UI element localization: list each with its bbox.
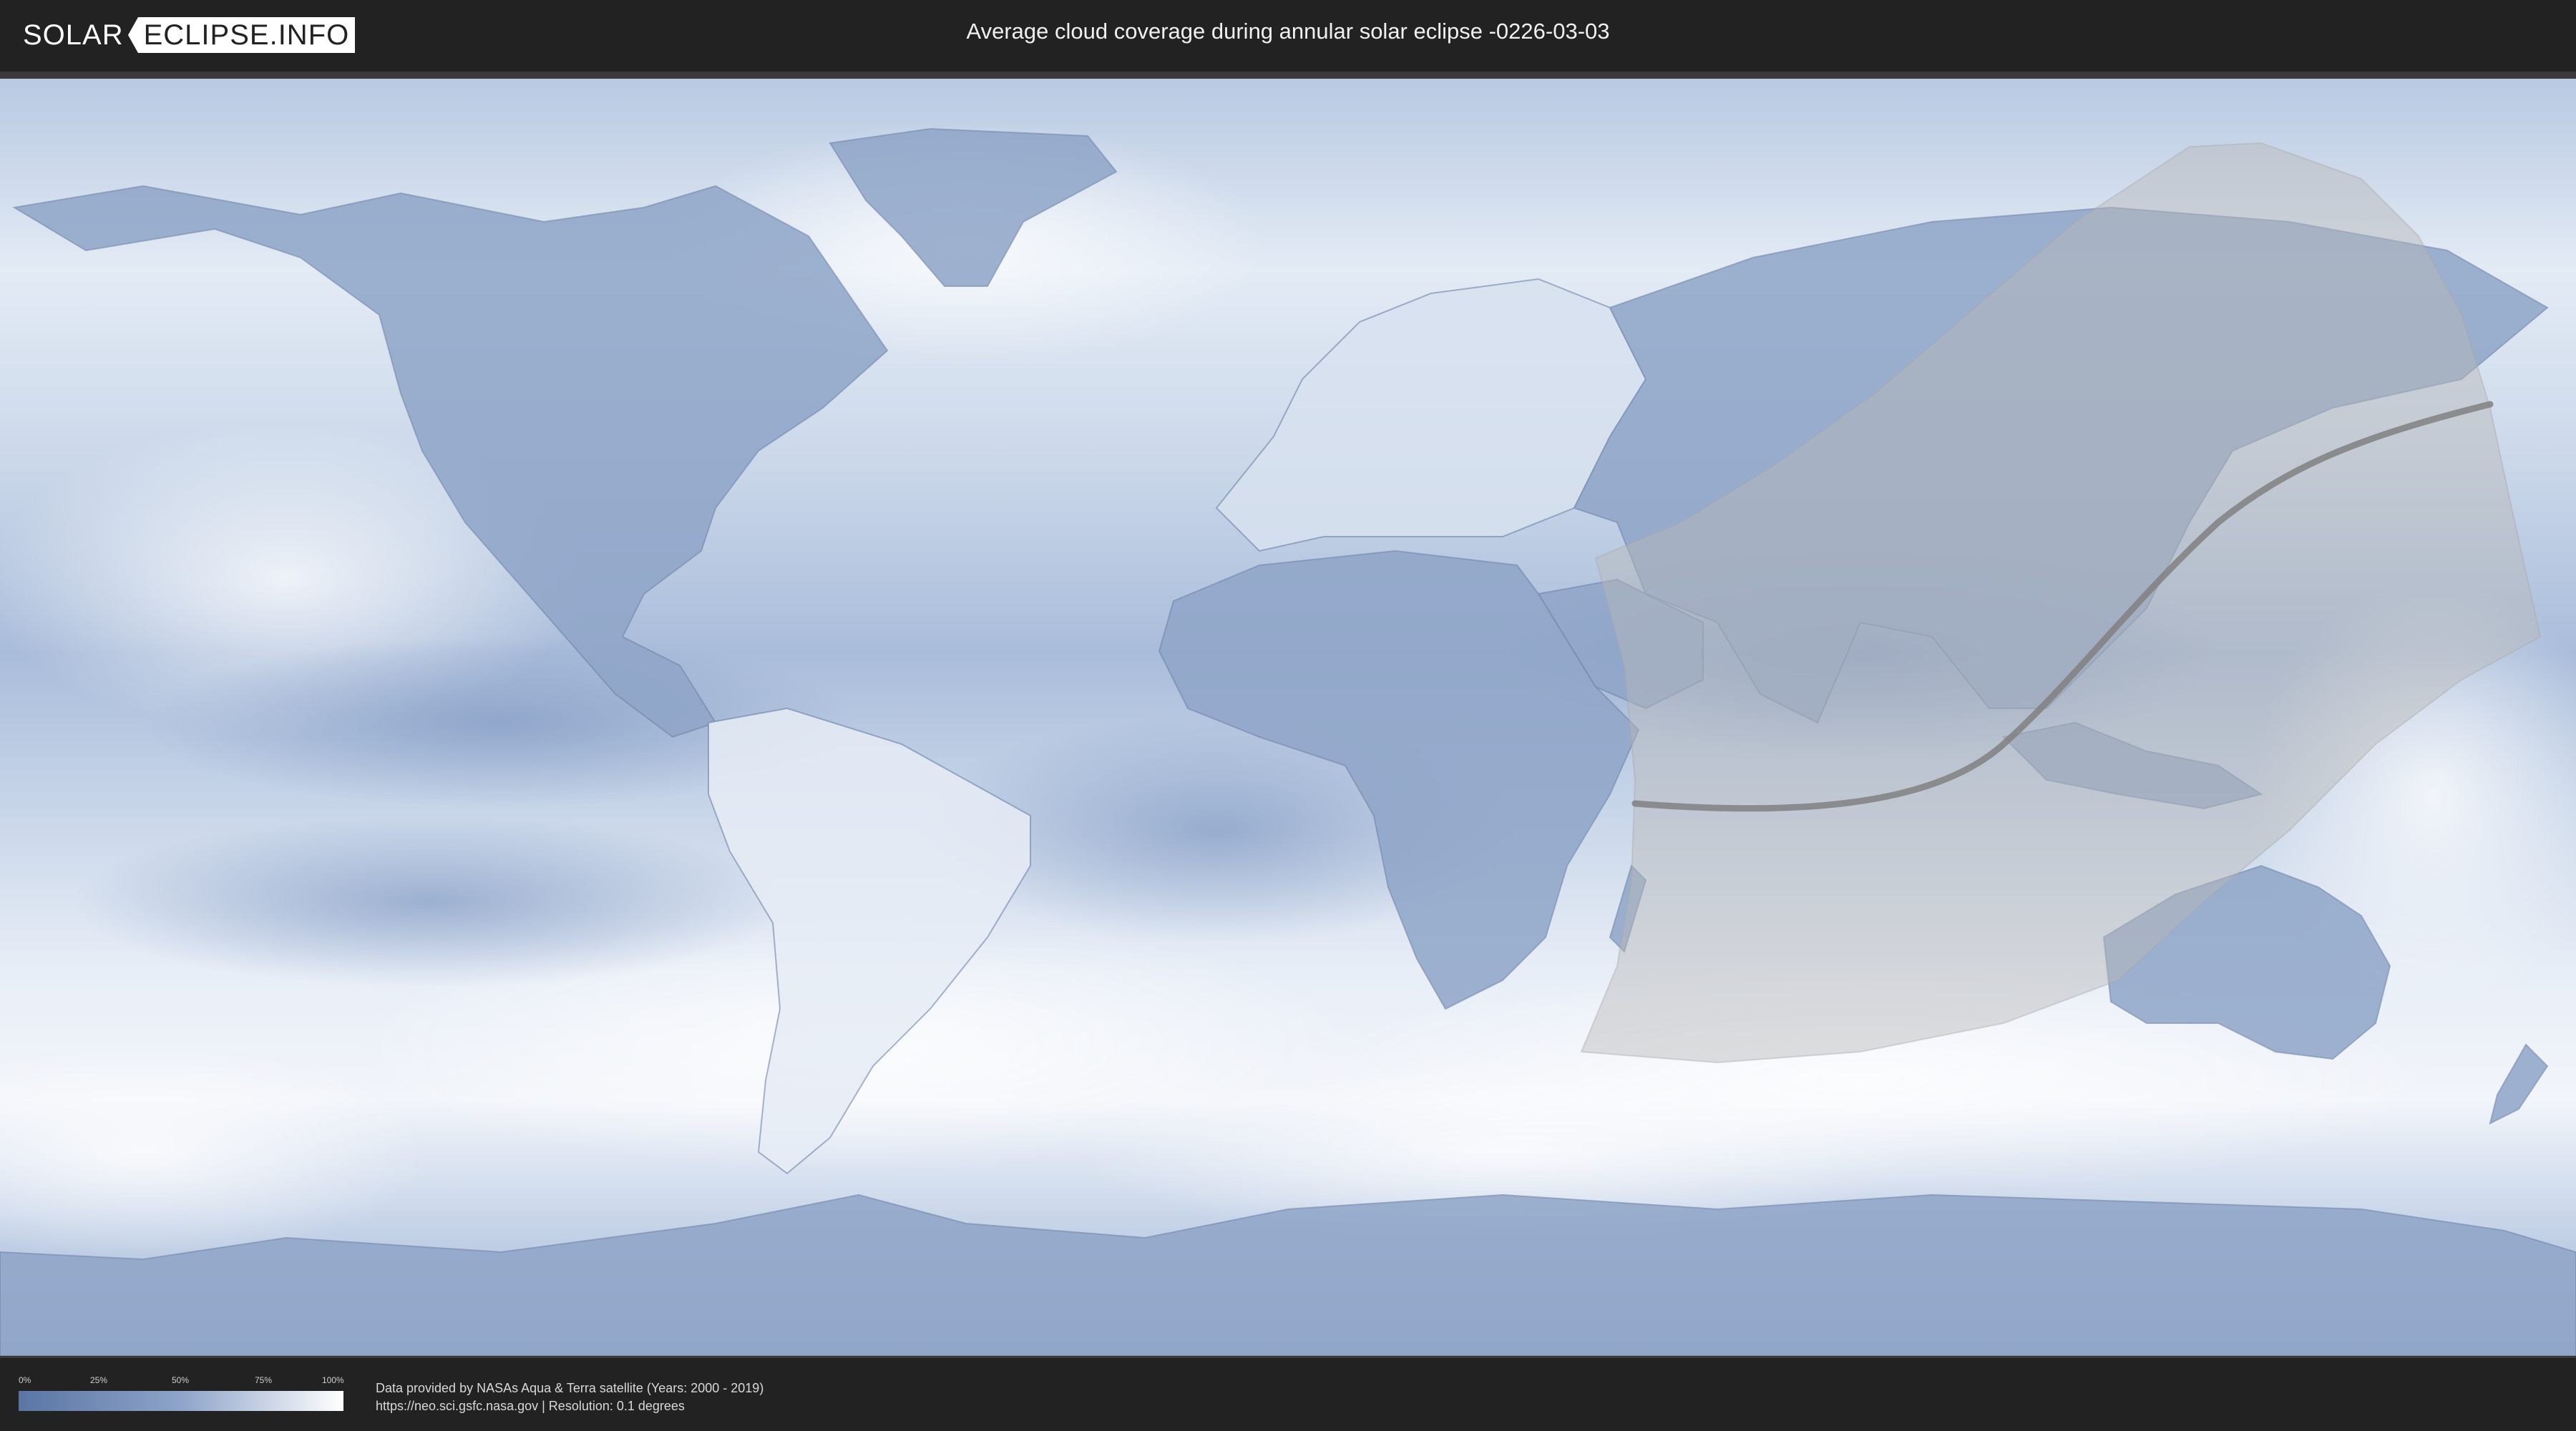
credits-line-2: https://neo.sci.gsfc.nasa.gov | Resoluti… xyxy=(376,1399,685,1413)
legend-color-bar xyxy=(19,1391,343,1411)
legend-tick-50: 50% xyxy=(172,1375,190,1385)
legend-tick-100: 100% xyxy=(322,1375,344,1385)
data-credits: Data provided by NASAs Aqua & Terra sate… xyxy=(376,1379,763,1415)
legend-tick-0: 0% xyxy=(19,1375,31,1385)
legend-tick-25: 25% xyxy=(90,1375,108,1385)
legend-ticks: 0% 25% 50% 75% 100% xyxy=(19,1375,344,1388)
page-title: Average cloud coverage during annular so… xyxy=(966,19,1610,44)
cloud-coverage-legend: 0% 25% 50% 75% 100% xyxy=(19,1375,344,1411)
legend-tick-75: 75% xyxy=(255,1375,273,1385)
credits-line-1: Data provided by NASAs Aqua & Terra sate… xyxy=(376,1381,764,1395)
header-bar: SOLAR ECLIPSE.INFO Average cloud coverag… xyxy=(0,0,2576,72)
world-cloud-map xyxy=(0,79,2576,1356)
